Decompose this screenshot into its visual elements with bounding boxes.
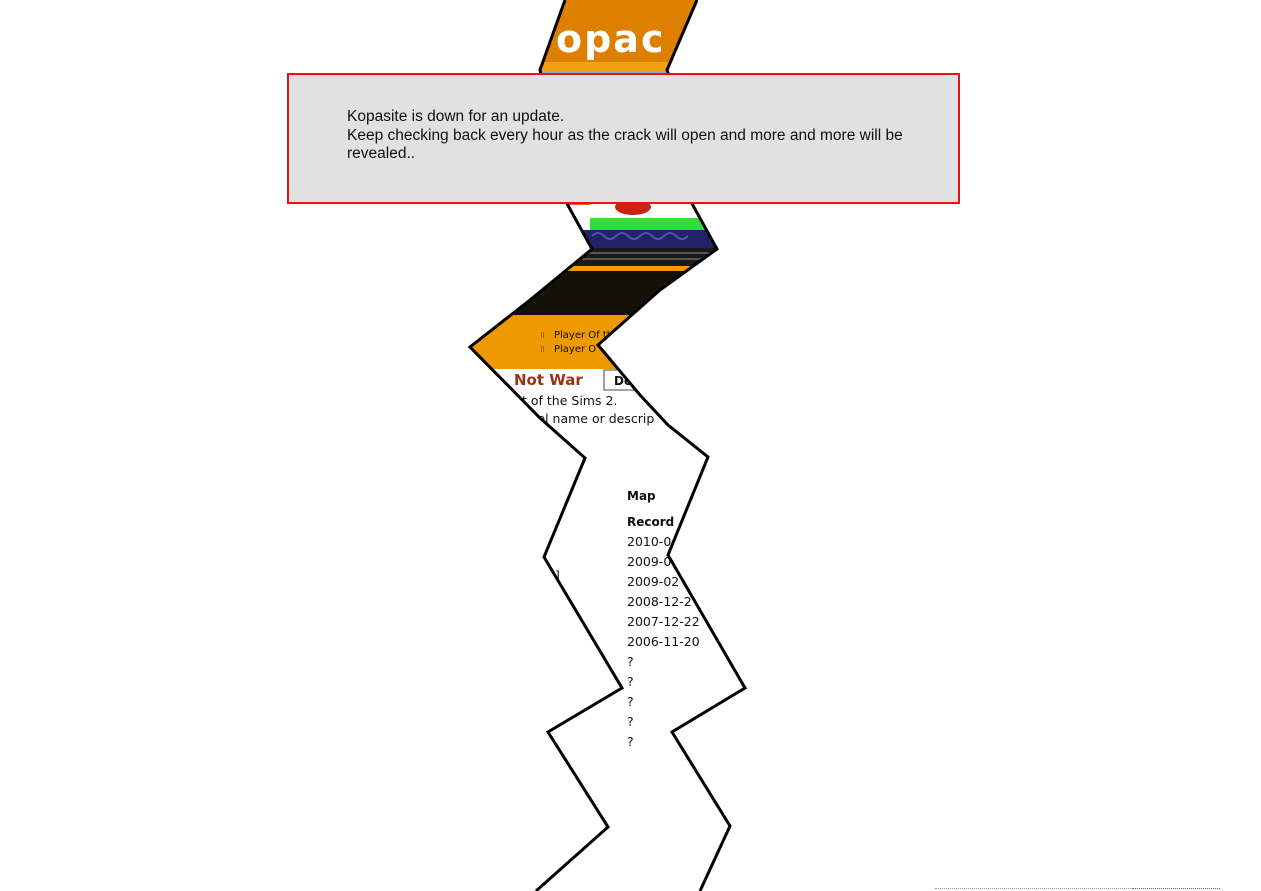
record-date: ?	[627, 694, 634, 709]
nav-bullet-icon: ⠿	[540, 346, 545, 354]
orange-divider	[470, 266, 745, 271]
footer-rule-2	[1132, 888, 1220, 889]
record-date: 2009-0	[627, 554, 671, 569]
record-dates: 2010-0 2009-0 2009-02 2008-12-2 2007-12-22 20…	[627, 534, 700, 749]
record-date: ?	[627, 654, 634, 669]
notice-line-2: Keep checking back every hour as the cra…	[347, 126, 903, 163]
stripe-line-2	[470, 258, 745, 260]
update-notice: Kopasite is down for an update. Keep che…	[287, 73, 960, 204]
stripe-line-1	[470, 252, 745, 254]
nav-link-player-o[interactable]: Player O	[554, 344, 596, 355]
table-header-record: Record	[627, 515, 674, 529]
record-date: 2007-12-22	[627, 614, 700, 629]
record-date: ?	[627, 734, 634, 749]
nav-bullet-icon: ⠿	[540, 332, 545, 340]
record-date: 2006-11-20	[627, 634, 700, 649]
notice-line-1: Kopasite is down for an update.	[347, 108, 565, 125]
dark-band	[470, 271, 745, 315]
record-date: ?	[627, 714, 634, 729]
table-header-map: Map	[627, 489, 656, 503]
description-line-1: t of the Sims 2.	[522, 393, 617, 408]
record-date: ?	[627, 674, 634, 689]
logo-text[interactable]: opac	[556, 17, 665, 61]
page-heading: Not War	[514, 371, 583, 389]
footer-rule-1	[935, 888, 1131, 889]
logo-banner-strip	[470, 62, 745, 72]
notice-message: Kopasite is down for an update. Keep che…	[347, 108, 917, 164]
record-date: 2008-12-2	[627, 594, 692, 609]
record-date: 2010-0	[627, 534, 671, 549]
record-date: 2009-02	[627, 574, 679, 589]
